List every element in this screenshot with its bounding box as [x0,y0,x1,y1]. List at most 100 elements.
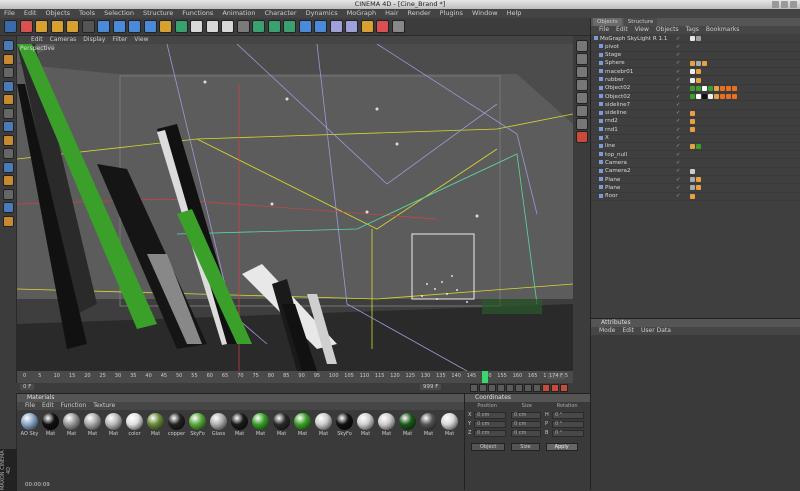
left-tool-icon[interactable] [3,188,14,200]
object-tag-icon[interactable] [696,177,701,183]
object-tag-icon[interactable] [690,85,695,91]
menu-objects[interactable]: Objects [45,9,70,18]
left-tool-icon[interactable] [3,175,14,186]
left-tool-icon[interactable] [3,134,14,146]
menu-hair[interactable]: Hair [385,9,398,18]
menu-plugins[interactable]: Plugins [440,9,463,18]
view-tool-icon[interactable] [576,40,588,52]
material-swatch[interactable]: SkyFo [334,413,355,437]
material-swatch[interactable]: Mat [103,413,124,437]
rotation-p-field[interactable]: 0 ° [552,421,584,428]
menu-structure[interactable]: Structure [143,9,173,18]
close-button[interactable] [790,1,797,8]
material-swatch[interactable]: SkyFo [187,413,208,437]
object-tag-icon[interactable] [702,61,707,67]
material-swatch[interactable]: Mat [40,413,61,437]
toolbar-tool-icon[interactable] [19,20,33,33]
size-z-field[interactable]: 0 cm [511,430,541,437]
object-tag-icon[interactable] [696,61,701,67]
toolbar-tool-icon[interactable] [314,20,327,33]
object-tag-icon[interactable] [726,94,731,100]
viewport-menu-filter[interactable]: Filter [112,36,127,44]
playback-button[interactable] [551,384,559,392]
toolbar-tool-icon[interactable] [35,20,48,33]
menu-character[interactable]: Character [264,9,296,18]
object-tag-icon[interactable] [720,94,725,100]
toolbar-tool-icon[interactable] [391,20,405,33]
playback-button[interactable] [470,384,478,392]
objects-menu-view[interactable]: View [635,26,649,34]
object-tag-icon[interactable] [690,77,695,83]
toolbar-tool-icon[interactable] [190,20,203,33]
objects-menu-bookmarks[interactable]: Bookmarks [706,26,740,34]
view-tool-icon[interactable] [576,66,588,78]
playback-button[interactable] [479,384,487,392]
objects-menu-objects[interactable]: Objects [656,26,679,34]
attributes-menu-mode[interactable]: Mode [599,327,615,335]
toolbar-tool-icon[interactable] [221,20,234,33]
maximize-button[interactable] [781,1,788,8]
object-row[interactable]: floor ✓ [591,193,800,201]
playback-button[interactable] [533,384,541,392]
toolbar-tool-icon[interactable] [329,20,343,33]
object-tag-icon[interactable] [696,69,701,75]
toolbar-tool-icon[interactable] [143,20,157,33]
objects-menu-file[interactable]: File [599,26,609,34]
toolbar-tool-icon[interactable] [345,20,358,33]
object-tag-icon[interactable] [696,144,701,149]
object-tag-icon[interactable] [690,119,695,125]
toolbar-tool-icon[interactable] [236,20,250,33]
material-swatch[interactable]: copper [166,413,187,437]
object-visibility-toggle[interactable]: ✓ [676,126,690,134]
position-x-field[interactable]: 0 cm [474,412,506,419]
menu-tools[interactable]: Tools [79,9,95,18]
material-swatch[interactable]: Mat [82,413,103,437]
object-tag-icon[interactable] [720,85,725,91]
toolbar-tool-icon[interactable] [267,20,281,33]
object-tag-icon[interactable] [696,94,701,100]
object-visibility-toggle[interactable]: ✓ [676,176,690,184]
view-tool-icon[interactable] [576,131,588,143]
toolbar-tool-icon[interactable] [298,20,312,33]
material-swatch[interactable]: Glass [208,413,229,437]
menu-edit[interactable]: Edit [24,9,37,18]
toolbar-tool-icon[interactable] [159,20,172,33]
materials-menu-file[interactable]: File [25,402,35,410]
view-tool-icon[interactable] [576,92,588,104]
left-tool-icon[interactable] [3,161,14,173]
object-visibility-toggle[interactable]: ✓ [676,117,690,125]
menu-dynamics[interactable]: Dynamics [306,9,338,18]
object-tag-icon[interactable] [702,85,707,91]
object-tag-icon[interactable] [690,36,695,42]
size-y-field[interactable]: 0 cm [511,421,541,428]
object-tag-icon[interactable] [696,77,701,83]
object-tag-icon[interactable] [702,94,707,100]
materials-menu-edit[interactable]: Edit [42,402,54,410]
material-swatch[interactable]: Mat [355,413,376,437]
viewport-menu-edit[interactable]: Edit [31,36,43,44]
rotation-b-field[interactable]: 0 ° [552,430,584,437]
object-visibility-toggle[interactable]: ✓ [676,59,690,67]
start-frame[interactable]: 0 F [20,384,35,390]
viewport-menu-cameras[interactable]: Cameras [50,36,77,44]
object-tag-icon[interactable] [708,85,713,91]
menu-mograph[interactable]: MoGraph [347,9,377,18]
position-y-field[interactable]: 0 cm [474,421,506,428]
toolbar-tool-icon[interactable] [252,20,265,33]
material-swatch[interactable]: Mat [229,413,250,437]
apply-button[interactable]: Apply [545,443,578,451]
menu-render[interactable]: Render [408,9,431,18]
tab-objects[interactable]: Objects [593,18,622,26]
object-tag-icon[interactable] [690,144,695,149]
toolbar-tool-icon[interactable] [66,20,79,33]
toolbar-tool-icon[interactable] [128,20,141,33]
material-swatch[interactable]: Mat [313,413,334,437]
material-swatch[interactable]: Mat [61,413,82,437]
object-tag-icon[interactable] [696,185,701,191]
viewport-3d[interactable]: Perspective [17,44,573,371]
menu-file[interactable]: File [4,9,15,18]
menu-animation[interactable]: Animation [222,9,255,18]
viewport-menu-display[interactable]: Display [83,36,105,44]
toolbar-tool-icon[interactable] [205,20,219,33]
playback-button[interactable] [560,384,568,392]
